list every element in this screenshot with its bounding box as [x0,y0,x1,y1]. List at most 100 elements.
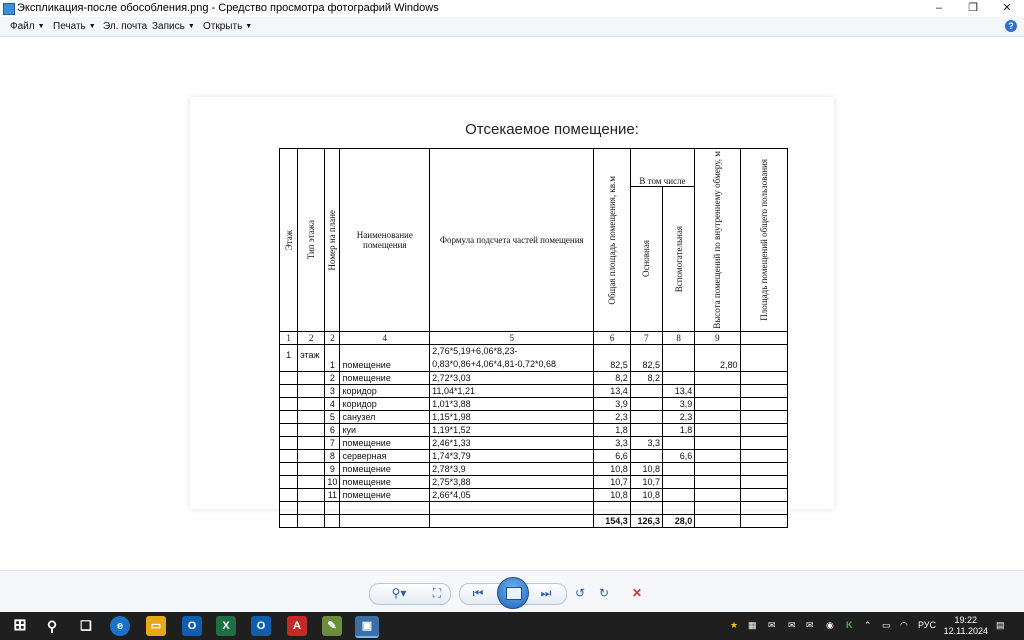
notification-icon[interactable]: ▤ [996,620,1005,631]
cell-aux: 6,6 [661,448,696,463]
document-image: Отсекаемое помещение: Этаж Тип этажа Ном… [190,97,834,528]
cell-total: 10,7 [593,474,631,489]
cell-aux: 13,4 [661,383,696,398]
mail-tray-icon[interactable]: ✉ [788,620,796,631]
cell-formula: 11,04*1,21 [429,383,595,398]
menu-print[interactable]: Печать ▼ [53,21,96,32]
windows-start-icon[interactable]: ⊞ [10,616,30,636]
next-icon[interactable]: ⏭ [537,585,555,601]
menu-open-label: Открыть [203,21,243,32]
cell-aux: 1,8 [661,422,696,437]
header-total-area-label: Общая площадь помещения, кв.м [607,175,618,305]
col-num [739,330,789,345]
previous-icon[interactable]: ⏮ [469,585,487,601]
cell-total: 13,4 [593,383,631,398]
cell-name: санузел [339,409,431,424]
header-height: Высота помещений по внутреннему обмеру, … [694,148,741,332]
cell-empty [297,500,326,515]
cell-height [694,396,741,411]
image-viewer-area: Отсекаемое помещение: Этаж Тип этажа Ном… [0,37,1024,570]
header-common-area-label: Площадь помещений общего пользования [758,159,769,321]
mail-tray-icon[interactable]: ✉ [806,620,814,631]
cell-height [694,409,741,424]
cell-total: 2,3 [593,409,631,424]
cell-common [739,448,789,463]
cell-floor [278,409,299,424]
tray-app-icon[interactable]: ▦ [748,620,757,631]
acrobat-icon[interactable]: A [287,616,307,636]
menu-email[interactable]: Эл. почта [103,21,147,32]
cell-empty [278,500,299,515]
rotate-counterclockwise-icon[interactable]: ↺ [571,585,589,601]
cell-floor-type [297,383,326,398]
mail-tray-icon[interactable]: ✉ [768,620,776,631]
cell-floor-type: этаж [297,343,326,372]
cell-common [739,343,789,372]
language-indicator[interactable]: РУС [918,620,936,630]
cell-floor [278,474,299,489]
cell-formula: 2,66*4,05 [429,487,595,502]
cell-common [739,474,789,489]
photo-viewer-app-icon [3,3,15,15]
close-button[interactable]: ✕ [990,0,1024,17]
cell-main: 10,8 [629,461,663,476]
cell-main: 10,7 [629,474,663,489]
task-view-icon[interactable]: ❏ [76,616,96,636]
star-icon[interactable]: ★ [730,620,738,631]
k-tray-icon[interactable]: K [846,620,853,630]
cell-aux [661,474,696,489]
explication-table: Этаж Тип этажа Номер на плане Наименован… [278,148,789,528]
menu-file[interactable]: Файл ▼ [10,21,45,32]
search-icon[interactable]: ⚲ [42,616,62,636]
menu-burn[interactable]: Запись ▼ [152,21,195,32]
cell-empty [278,513,299,528]
file-explorer-icon[interactable]: ▭ [146,616,166,636]
cell-floor [278,435,299,450]
chevron-down-icon: ▼ [245,23,253,30]
excel-icon[interactable]: X [216,616,236,636]
cell-floor-type [297,435,326,450]
table-row: 6 куи 1,19*1,52 1,8 1,8 [278,422,789,437]
menu-open[interactable]: Открыть ▼ [203,21,252,32]
table-row: 5 санузел 1,15*1,98 2,3 2,3 [278,409,789,424]
network-tray-icon[interactable]: ◉ [826,620,834,631]
cell-number: 3 [324,383,341,398]
col-num: 1 [278,330,299,345]
cell-main [629,396,663,411]
wifi-icon[interactable]: ◠ [900,620,908,631]
cell-aux: 2,3 [661,409,696,424]
zoom-icon[interactable]: ⚲▾ [386,585,412,601]
aux-area-sum: 28,0 [661,513,696,528]
col-num: 2 [297,330,326,345]
help-icon[interactable]: ? [1005,20,1017,32]
table-header-row: Этаж Тип этажа Номер на плане Наименован… [278,148,789,332]
cell-floor-type [297,448,326,463]
cell-number: 7 [324,435,341,450]
rotate-clockwise-icon[interactable]: ↻ [595,585,613,601]
chevron-up-icon[interactable]: ⌃ [864,620,872,631]
cell-empty [739,513,789,528]
col-num: 8 [661,330,696,345]
photo-viewer-taskbar-icon[interactable]: ▣ [355,616,379,638]
clock[interactable]: 19:22 12.11.2024 [944,615,988,637]
outlook-icon[interactable]: O [182,616,202,636]
table-row: 7 помещение 2,46*1,33 3,3 3,3 [278,435,789,450]
cell-empty [339,500,431,515]
edge-browser-icon[interactable]: e [110,616,130,636]
slideshow-button[interactable] [497,577,529,609]
cell-floor [278,422,299,437]
maximize-button[interactable]: ❐ [956,0,990,17]
outlook-secondary-icon[interactable]: O [251,616,271,636]
minimize-button[interactable]: – [922,0,956,17]
title-bar: Экспликация-после обособления.png - Сред… [0,0,1024,17]
actual-size-icon[interactable]: ⛶ [428,585,446,601]
delete-icon[interactable]: ✕ [628,585,646,601]
table-spacer-row [278,500,789,515]
cell-main: 10,8 [629,487,663,502]
cell-formula: 1,15*1,98 [429,409,595,424]
cell-common [739,435,789,450]
menu-print-label: Печать [53,21,86,32]
battery-icon[interactable]: ▭ [882,620,891,631]
cell-common [739,487,789,502]
paint-app-icon[interactable]: ✎ [322,616,342,636]
